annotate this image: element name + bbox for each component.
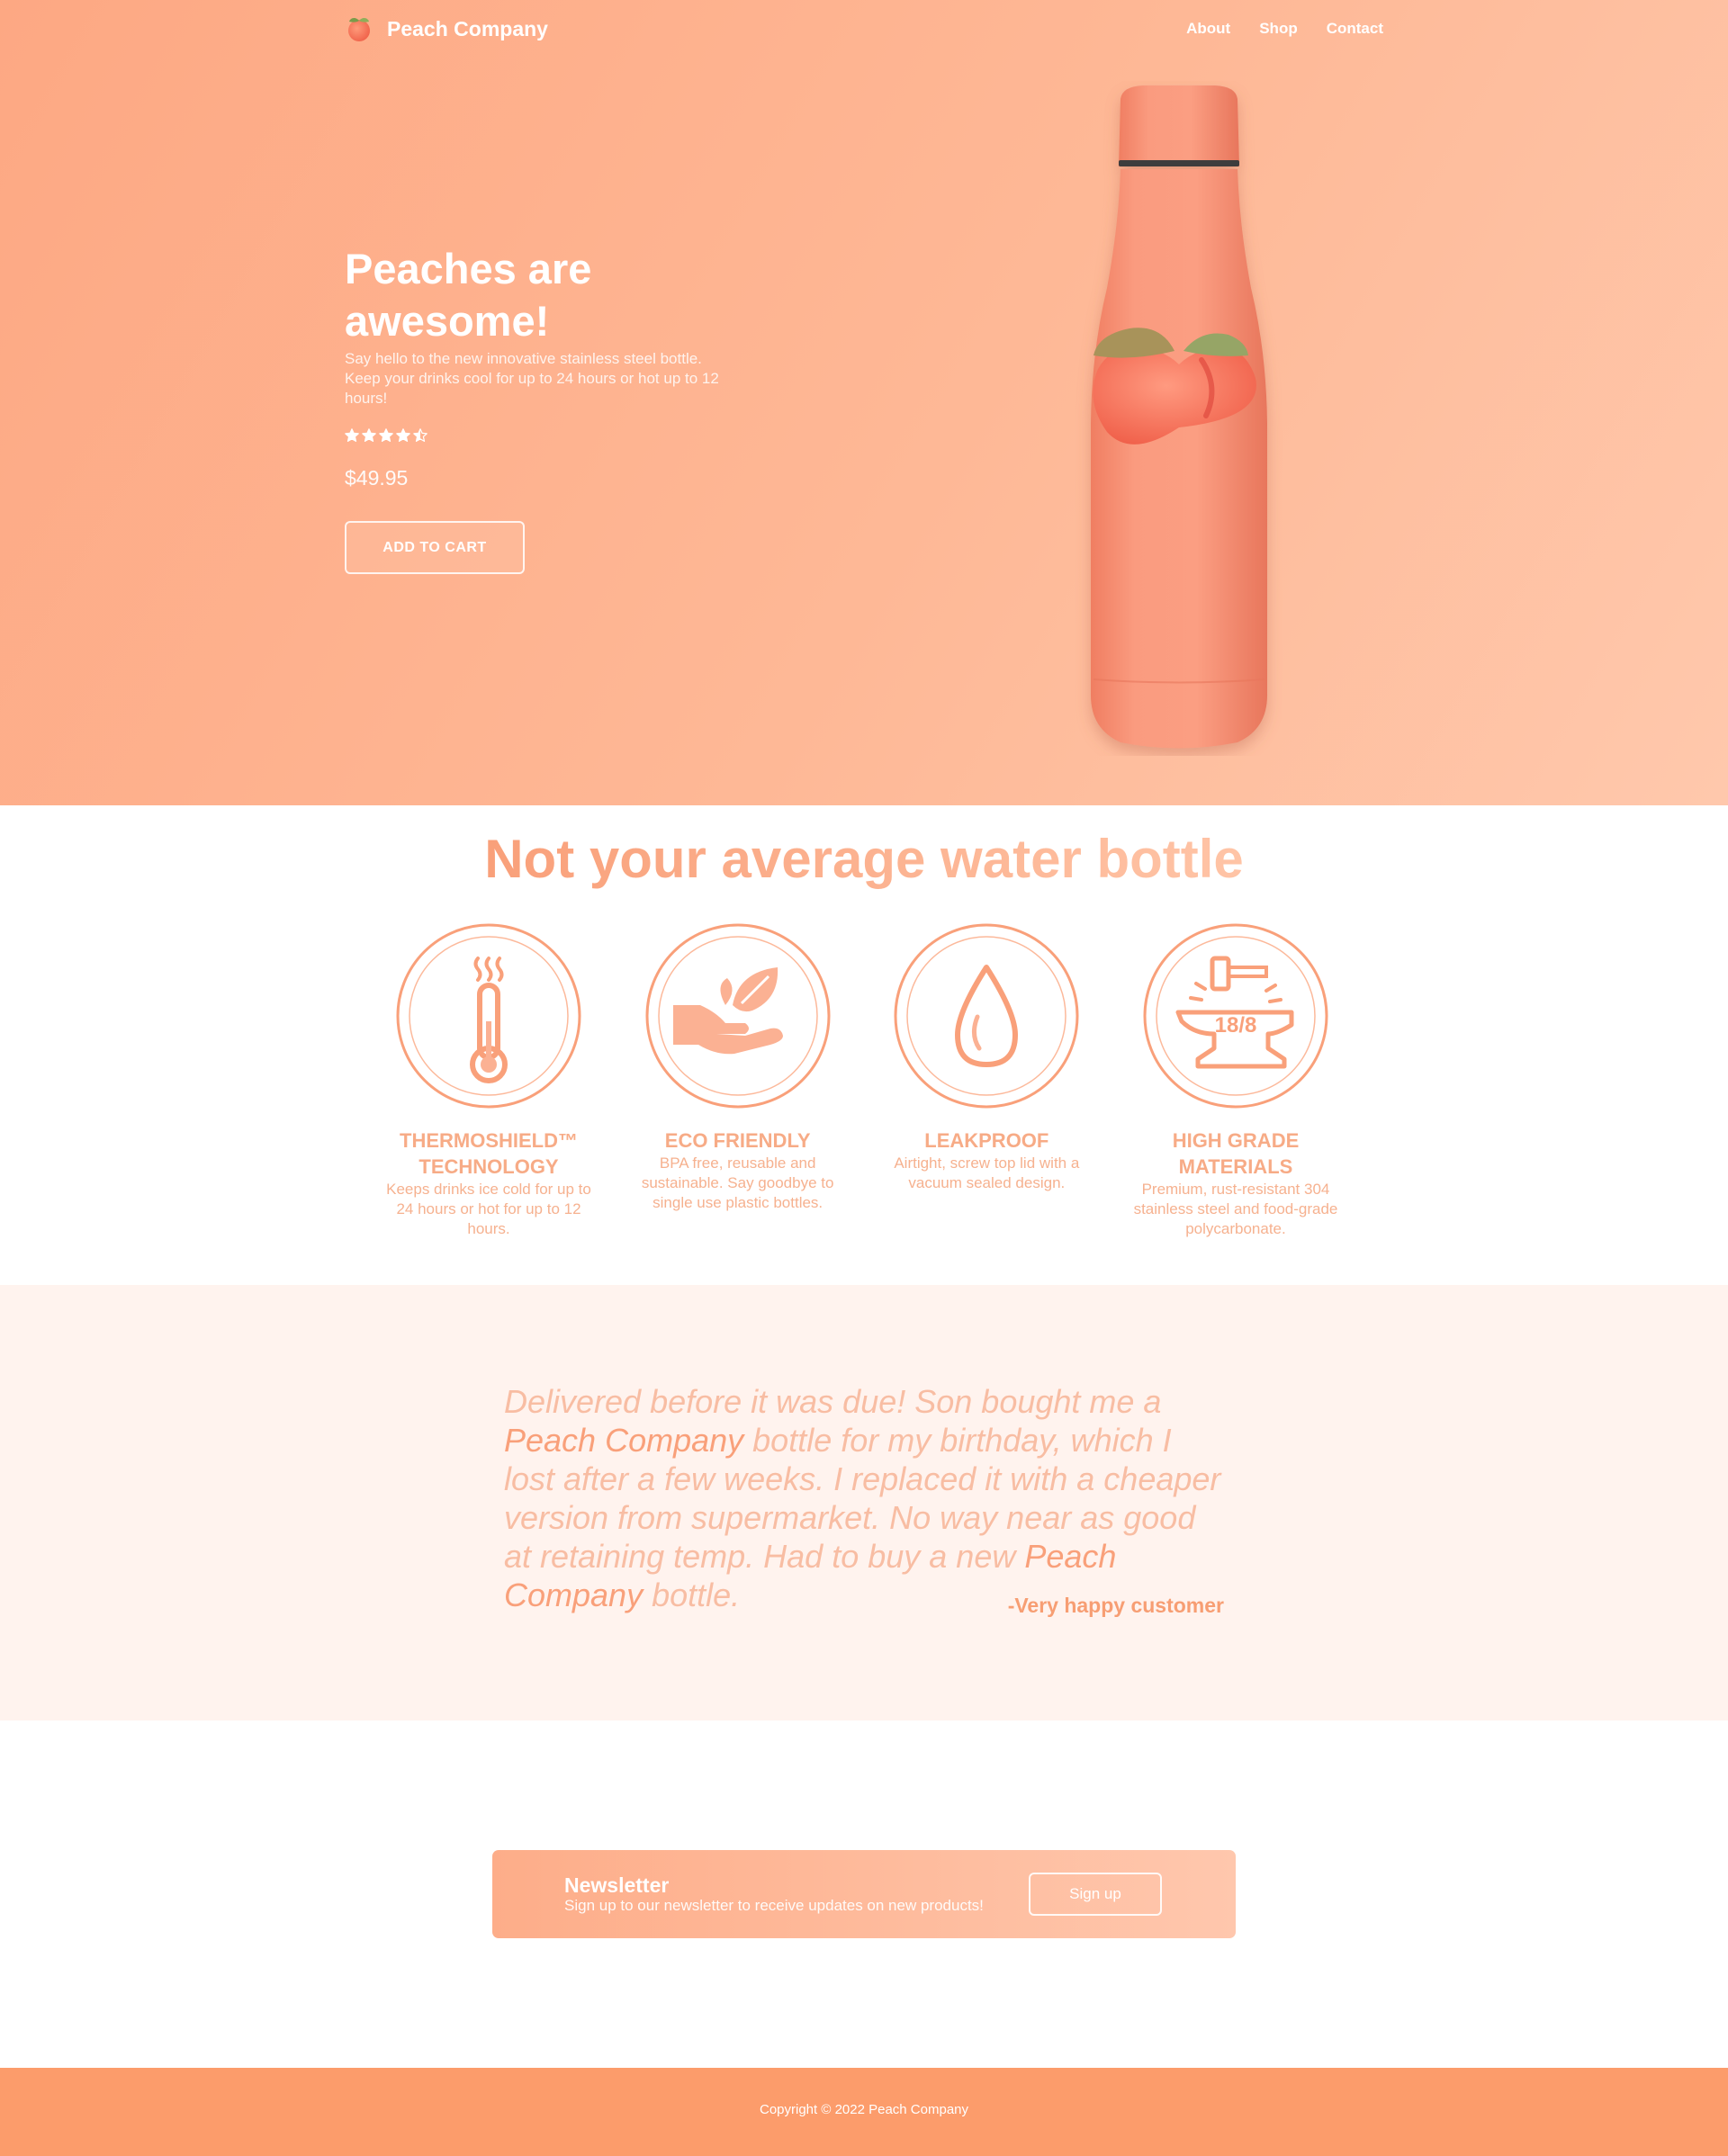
feature-title: LEAKPROOF [924, 1129, 1049, 1152]
testimonial-quote: Delivered before it was due! Son bought … [504, 1382, 1224, 1614]
water-drop-icon [894, 923, 1079, 1109]
nav-links: About Shop Contact [1157, 13, 1383, 45]
hero-content: Peaches are awesome! Say hello to the ne… [345, 243, 723, 574]
peach-logo-icon [348, 18, 370, 41]
newsletter-description: Sign up to our newsletter to receive upd… [564, 1897, 984, 1914]
hero-title: Peaches are awesome! [345, 245, 592, 345]
feature-description: Keeps drinks ice cold for up to 24 hours… [386, 1181, 591, 1237]
nav-link-about[interactable]: About [1186, 20, 1230, 38]
feature-description: BPA free, reusable and sustainable. Say … [641, 1154, 834, 1211]
feature-title: ECO FRIENDLY [664, 1129, 811, 1152]
leaf-hand-icon [645, 923, 831, 1109]
feature-high-grade-materials: 18/8 HIGH GRADE MATERIALS Premium, rust-… [1132, 922, 1339, 1264]
navbar: Peach Company About Shop Contact [345, 13, 1383, 45]
hero-description: Say hello to the new innovative stainles… [345, 350, 719, 407]
product-price: $49.95 [345, 466, 409, 490]
newsletter-signup-button[interactable]: Sign up [1029, 1873, 1162, 1916]
feature-description: Premium, rust-resistant 304 stainless st… [1133, 1181, 1338, 1237]
anvil-badge: 18/8 [1215, 1013, 1257, 1038]
feature-title: HIGH GRADE MATERIALS [1172, 1129, 1300, 1178]
feature-description: Airtight, screw top lid with a vacuum se… [894, 1154, 1080, 1191]
feature-leakproof: LEAKPROOF Airtight, screw top lid with a… [883, 922, 1090, 1264]
thermometer-icon [396, 923, 581, 1109]
star-rating [345, 428, 723, 446]
nav-link-shop[interactable]: Shop [1259, 20, 1298, 38]
newsletter-banner: Newsletter Sign up to our newsletter to … [492, 1850, 1236, 1938]
star-full-icon [345, 428, 359, 442]
testimonial-section: Delivered before it was due! Son bought … [0, 1285, 1728, 1720]
feature-thermoshield: THERMOSHIELD™ TECHNOLOGY Keeps drinks ic… [385, 922, 592, 1264]
bottle-image [1090, 85, 1268, 749]
star-full-icon [362, 428, 376, 442]
features-title: Not your average water bottle [484, 829, 1244, 889]
feature-title: THERMOSHIELD™ TECHNOLOGY [400, 1129, 578, 1178]
brand-name: Peach Company [387, 16, 548, 40]
quote-text: Delivered before it was due! Son bought … [504, 1383, 1162, 1420]
nav-link-contact[interactable]: Contact [1327, 20, 1383, 38]
testimonial-author: -Very happy customer [1007, 1594, 1224, 1617]
newsletter-title: Newsletter [564, 1873, 670, 1897]
quote-brand-highlight: Peach Company [504, 1422, 744, 1459]
footer: Copyright © 2022 Peach Company [0, 2068, 1728, 2156]
star-full-icon [396, 428, 410, 442]
footer-copyright: Copyright © 2022 Peach Company [759, 2102, 969, 2117]
hero-section: Peach Company About Shop Contact Peaches… [0, 0, 1728, 805]
feature-eco-friendly: ECO FRIENDLY BPA free, reusable and sust… [634, 922, 842, 1264]
add-to-cart-button[interactable]: ADD TO CART [345, 521, 525, 574]
quote-text: bottle. [643, 1577, 741, 1613]
star-half-icon [413, 428, 428, 442]
features-list: THERMOSHIELD™ TECHNOLOGY Keeps drinks ic… [385, 922, 1339, 1264]
star-full-icon [379, 428, 393, 442]
brand[interactable]: Peach Company [345, 13, 548, 45]
anvil-icon: 18/8 [1143, 923, 1328, 1109]
